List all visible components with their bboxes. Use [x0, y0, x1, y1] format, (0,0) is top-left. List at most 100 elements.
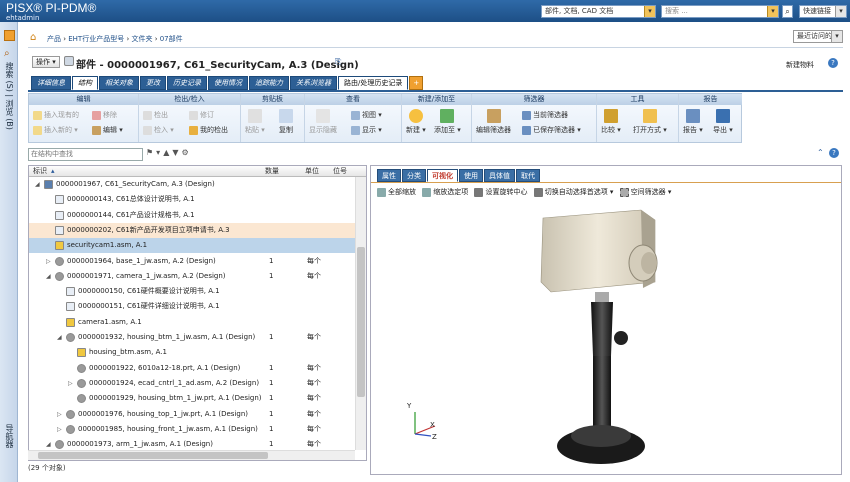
tree-row[interactable]: 0000001922, 6010a12-18.prt, A.1 (Design)… — [29, 361, 355, 376]
help-icon[interactable]: ? — [829, 148, 839, 158]
tree-row[interactable]: 0000000202, C61新产品开发项目立项申请书, A.3 — [29, 222, 355, 238]
tab-changes[interactable]: 更改 — [140, 76, 166, 90]
tree-row[interactable]: securitycam1.asm, A.1 — [29, 238, 355, 254]
copy-button[interactable]: 复制 — [279, 109, 293, 135]
expand-toggle-icon[interactable]: ▷ — [68, 376, 73, 391]
quick-links-menu[interactable]: 快速链接 ▾ — [799, 5, 847, 18]
spatial-filter-button[interactable]: 空间筛选器 ▾ — [619, 187, 671, 197]
collapse-icon[interactable]: ⌃ — [817, 148, 824, 157]
crumb-product[interactable]: 产品 — [47, 35, 61, 43]
tab-history[interactable]: 历史记录 — [167, 76, 207, 90]
scroll-thumb[interactable] — [357, 247, 365, 397]
open-with-button[interactable]: 打开方式 ▾ — [633, 109, 667, 135]
tree-row[interactable]: 0000001929, housing_btm_1_jw.prt, A.1 (D… — [29, 391, 355, 406]
expand-toggle-icon[interactable]: ◢ — [46, 269, 51, 284]
tree-row[interactable]: 0000000143, C61总体设计说明书, A.1 — [29, 192, 355, 207]
col-position[interactable]: 位号 — [333, 166, 347, 177]
search-icon[interactable]: ⌕ — [4, 48, 10, 59]
find-nav-icons[interactable]: ⚑▾▲▼⚙ — [146, 148, 192, 157]
paste-button[interactable]: 粘贴 ▾ — [245, 109, 265, 135]
tab-traceability[interactable]: 追踪能力 — [249, 76, 289, 90]
tab-visualization[interactable]: 可视化 — [427, 169, 458, 182]
add-to-button[interactable]: 添加至 ▾ — [434, 109, 461, 135]
tree-row[interactable]: 0000000144, C61产品设计规格书, A.1 — [29, 208, 355, 223]
search-go-icon[interactable]: ⌕ — [782, 5, 793, 18]
remove-button[interactable]: 移除 — [92, 110, 117, 120]
current-filter-button[interactable]: 当前筛选器 — [522, 110, 568, 120]
new-object-link[interactable]: 新建物料 — [786, 60, 814, 70]
vertical-scrollbar[interactable] — [355, 177, 366, 450]
tree-row[interactable]: ◢ 0000001971, camera_1_jw.asm, A.2 (Desig… — [29, 269, 355, 284]
recent-menu[interactable]: 最近访问的 ▾ — [793, 30, 843, 43]
zoom-selected-button[interactable]: 缩放选定项 — [422, 187, 468, 197]
tab-relation-browser[interactable]: 关系浏览器 — [290, 76, 337, 90]
new-button[interactable]: 新建 ▾ — [406, 109, 426, 135]
tree-row[interactable]: ◢ 0000001932, housing_btm_1_jw.asm, A.1 (… — [29, 330, 355, 345]
zoom-all-button[interactable]: 全部缩放 — [377, 187, 416, 197]
tree-row[interactable]: camera1.asm, A.1 — [29, 315, 355, 330]
compare-button[interactable]: 比较 ▾ — [601, 109, 621, 135]
export-button[interactable]: 导出 ▾ — [713, 109, 733, 135]
cad-model-viewer[interactable] — [521, 206, 681, 468]
collapse-rail-icon[interactable] — [4, 30, 15, 41]
col-unit[interactable]: 单位 — [305, 166, 319, 177]
tree-row[interactable]: ◢ 0000001967, C61_SecurityCam, A.3 (Desig… — [29, 177, 355, 192]
tab-classification[interactable]: 分类 — [402, 169, 426, 182]
search-browse-label[interactable]: 搜索 (S) | 浏览 (B) — [4, 62, 15, 130]
tab-structure[interactable]: 结构 — [72, 76, 98, 90]
col-qty[interactable]: 数量 — [265, 166, 279, 177]
ribbon-group-report: 报告 报告 ▾ 导出 ▾ — [679, 94, 742, 142]
rotation-center-button[interactable]: 设置旋转中心 — [474, 187, 527, 197]
col-id[interactable]: 标识 — [33, 166, 47, 177]
tab-usage[interactable]: 使用情况 — [208, 76, 248, 90]
my-checkouts-button[interactable]: 我的检出 — [189, 125, 228, 135]
display-menu-button[interactable]: 显示 ▾ — [351, 125, 382, 135]
edit-filter-button[interactable]: 编辑筛选器 — [476, 109, 511, 135]
help-icon[interactable]: ? — [828, 58, 838, 68]
view-menu-button[interactable]: 视图 ▾ — [351, 110, 382, 120]
crumb-folder[interactable]: 文件夹 — [131, 35, 152, 43]
expand-toggle-icon[interactable]: ▷ — [46, 254, 51, 269]
expand-toggle-icon[interactable]: ▷ — [57, 407, 62, 422]
user-name[interactable]: ehtadmin — [6, 14, 39, 22]
add-tab-icon[interactable]: + — [409, 76, 424, 90]
navigator-label[interactable]: 导航器 — [4, 424, 15, 448]
auto-select-button[interactable]: 切换自动选择首选项 ▾ — [533, 187, 613, 197]
insert-existing-button[interactable]: 插入现有的 — [33, 110, 79, 120]
report-button[interactable]: 报告 ▾ — [683, 109, 703, 135]
find-in-structure-input[interactable]: 在结构中查找 — [28, 148, 143, 161]
tab-attributes[interactable]: 属性 — [377, 169, 401, 182]
expand-toggle-icon[interactable]: ◢ — [35, 177, 40, 192]
insert-new-button[interactable]: 插入新的 ▾ — [33, 125, 78, 135]
saved-filters-button[interactable]: 已保存筛选器 ▾ — [522, 125, 581, 135]
tab-details[interactable]: 详细信息 — [31, 76, 71, 90]
tree-row[interactable]: housing_btm.asm, A.1 — [29, 345, 355, 360]
search-scope-select[interactable]: 部件, 文档, CAD 文档 ▾ — [541, 5, 656, 18]
expand-toggle-icon[interactable]: ▷ — [57, 422, 62, 437]
home-icon[interactable]: ⌂ — [30, 32, 36, 43]
show-hide-button[interactable]: 显示隐藏 — [309, 109, 337, 135]
tree-row[interactable]: ▷ 0000001924, ecad_cntrl_1_ad.asm, A.2 (D… — [29, 376, 355, 391]
tree-row[interactable]: ▷ 0000001964, base_1_jw.asm, A.2 (Design)… — [29, 254, 355, 269]
tree-row[interactable]: ▷ 0000001976, housing_top_1_jw.prt, A.1 (… — [29, 407, 355, 422]
tree-row[interactable]: 0000000150, C61硬件概要设计说明书, A.1 — [29, 284, 355, 299]
tab-usage[interactable]: 使用 — [459, 169, 483, 182]
link-icon[interactable]: ⎘ — [335, 57, 341, 67]
tab-replacements[interactable]: 取代 — [516, 169, 540, 182]
search-input[interactable]: 搜索 ... ▾ — [661, 5, 779, 18]
tree-row[interactable]: ▷ 0000001985, housing_front_1_jw.asm, A.1… — [29, 422, 355, 437]
revise-button[interactable]: 修订 — [189, 110, 214, 120]
checkin-button[interactable]: 检入 ▾ — [143, 125, 174, 135]
tab-specific-values[interactable]: 具体值 — [484, 169, 515, 182]
scroll-thumb[interactable] — [38, 452, 268, 459]
edit-button[interactable]: 编辑 ▾ — [92, 125, 123, 135]
tab-related[interactable]: 相关对象 — [99, 76, 139, 90]
crumb-model[interactable]: EHT行业产品型号 — [68, 35, 124, 43]
tree-row[interactable]: 0000000151, C61硬件详细设计说明书, A.1 — [29, 299, 355, 314]
checkout-button[interactable]: 检出 — [143, 110, 168, 120]
actions-menu[interactable]: 操作 ▾ — [32, 56, 60, 68]
expand-toggle-icon[interactable]: ◢ — [57, 330, 62, 345]
tab-routing-history[interactable]: 路由/处理历史记录 — [338, 76, 409, 90]
crumb-parts[interactable]: 07部件 — [160, 35, 183, 43]
horizontal-scrollbar[interactable] — [28, 450, 355, 460]
